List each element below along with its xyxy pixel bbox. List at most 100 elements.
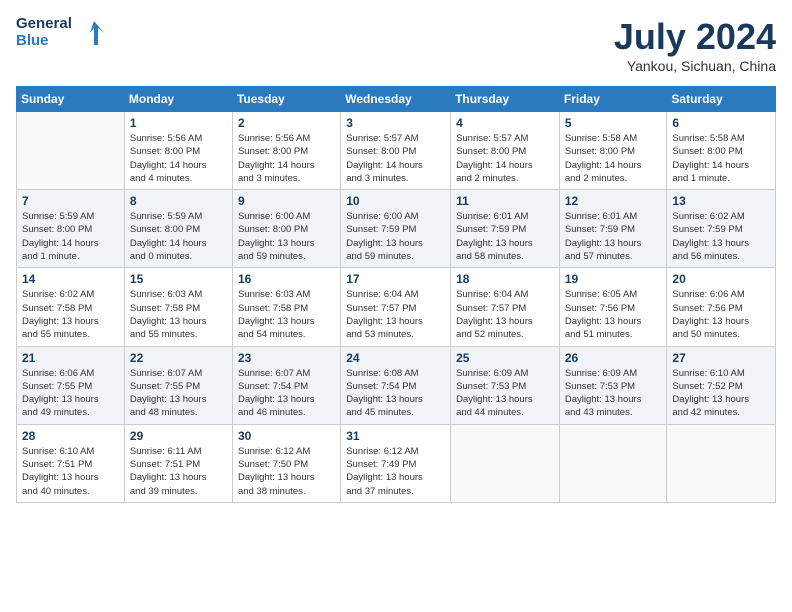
weekday-header-sunday: Sunday [17,87,125,112]
calendar-body: 1 Sunrise: 5:56 AM Sunset: 8:00 PM Daylig… [17,112,776,503]
calendar-day-18: 18Sunrise: 6:04 AM Sunset: 7:57 PM Dayli… [451,268,560,346]
calendar-day-10: 10 Sunrise: 6:00 AM Sunset: 7:59 PM Dayli… [341,190,451,268]
day-number: 28 [22,429,119,443]
day-number: 3 [346,116,445,130]
calendar-empty-cell [667,424,776,502]
day-number: 14 [22,272,119,286]
day-details: Sunrise: 6:06 AM Sunset: 7:56 PM Dayligh… [672,288,770,341]
day-number: 4 [456,116,554,130]
day-number: 5 [565,116,662,130]
day-details: Sunrise: 6:05 AM Sunset: 7:56 PM Dayligh… [565,288,662,341]
weekday-header-monday: Monday [124,87,232,112]
day-details: Sunrise: 6:10 AM Sunset: 7:51 PM Dayligh… [22,445,119,498]
page-header: General Blue July 2024 Yankou, Sichuan, … [16,16,776,74]
calendar-day-28: 28 Sunrise: 6:10 AM Sunset: 7:51 PM Dayli… [17,424,125,502]
day-number: 30 [238,429,335,443]
title-block: July 2024 Yankou, Sichuan, China [614,16,776,74]
day-details: Sunrise: 6:02 AM Sunset: 7:58 PM Dayligh… [22,288,119,341]
calendar-day-30: 30 Sunrise: 6:12 AM Sunset: 7:50 PM Dayli… [232,424,340,502]
day-number: 12 [565,194,662,208]
calendar-day-11: 11 Sunrise: 6:01 AM Sunset: 7:59 PM Dayli… [451,190,560,268]
calendar-day-12: 12 Sunrise: 6:01 AM Sunset: 7:59 PM Dayli… [559,190,667,268]
calendar-week-row: 28 Sunrise: 6:10 AM Sunset: 7:51 PM Dayli… [17,424,776,502]
day-number: 9 [238,194,335,208]
calendar-day-8: 8 Sunrise: 5:59 AM Sunset: 8:00 PM Daylig… [124,190,232,268]
day-number: 20 [672,272,770,286]
day-details: Sunrise: 6:12 AM Sunset: 7:49 PM Dayligh… [346,445,445,498]
calendar-day-24: 24Sunrise: 6:08 AM Sunset: 7:54 PM Dayli… [341,346,451,424]
day-number: 8 [130,194,227,208]
day-number: 19 [565,272,662,286]
calendar-week-row: 7Sunrise: 5:59 AM Sunset: 8:00 PM Daylig… [17,190,776,268]
calendar-week-row: 1 Sunrise: 5:56 AM Sunset: 8:00 PM Daylig… [17,112,776,190]
day-details: Sunrise: 6:02 AM Sunset: 7:59 PM Dayligh… [672,210,770,263]
calendar-day-20: 20 Sunrise: 6:06 AM Sunset: 7:56 PM Dayli… [667,268,776,346]
day-number: 31 [346,429,445,443]
day-number: 23 [238,351,335,365]
day-number: 2 [238,116,335,130]
month-year-title: July 2024 [614,16,776,58]
calendar-week-row: 14 Sunrise: 6:02 AM Sunset: 7:58 PM Dayli… [17,268,776,346]
day-details: Sunrise: 6:10 AM Sunset: 7:52 PM Dayligh… [672,367,770,420]
calendar-header-row: SundayMondayTuesdayWednesdayThursdayFrid… [17,87,776,112]
day-number: 24 [346,351,445,365]
logo-bird-icon [76,17,108,49]
day-number: 10 [346,194,445,208]
day-details: Sunrise: 5:58 AM Sunset: 8:00 PM Dayligh… [672,132,770,185]
calendar-day-27: 27 Sunrise: 6:10 AM Sunset: 7:52 PM Dayli… [667,346,776,424]
calendar-day-29: 29Sunrise: 6:11 AM Sunset: 7:51 PM Dayli… [124,424,232,502]
day-number: 17 [346,272,445,286]
calendar-day-7: 7Sunrise: 5:59 AM Sunset: 8:00 PM Daylig… [17,190,125,268]
day-details: Sunrise: 6:03 AM Sunset: 7:58 PM Dayligh… [238,288,335,341]
day-details: Sunrise: 5:59 AM Sunset: 8:00 PM Dayligh… [22,210,119,263]
calendar-day-1: 1Sunrise: 5:56 AM Sunset: 8:00 PM Daylig… [124,112,232,190]
day-details: Sunrise: 6:01 AM Sunset: 7:59 PM Dayligh… [565,210,662,263]
day-number: 29 [130,429,227,443]
day-number: 6 [672,116,770,130]
calendar-day-15: 15Sunrise: 6:03 AM Sunset: 7:58 PM Dayli… [124,268,232,346]
day-details: Sunrise: 6:04 AM Sunset: 7:57 PM Dayligh… [456,288,554,341]
day-number: 27 [672,351,770,365]
day-details: Sunrise: 6:07 AM Sunset: 7:54 PM Dayligh… [238,367,335,420]
calendar-day-9: 9 Sunrise: 6:00 AM Sunset: 8:00 PM Daylig… [232,190,340,268]
day-details: Sunrise: 5:57 AM Sunset: 8:00 PM Dayligh… [456,132,554,185]
day-details: Sunrise: 6:09 AM Sunset: 7:53 PM Dayligh… [565,367,662,420]
day-number: 15 [130,272,227,286]
day-details: Sunrise: 5:59 AM Sunset: 8:00 PM Dayligh… [130,210,227,263]
calendar-day-25: 25Sunrise: 6:09 AM Sunset: 7:53 PM Dayli… [451,346,560,424]
calendar-day-3: 3Sunrise: 5:57 AM Sunset: 8:00 PM Daylig… [341,112,451,190]
day-details: Sunrise: 6:01 AM Sunset: 7:59 PM Dayligh… [456,210,554,263]
day-details: Sunrise: 6:04 AM Sunset: 7:57 PM Dayligh… [346,288,445,341]
calendar-day-26: 26Sunrise: 6:09 AM Sunset: 7:53 PM Dayli… [559,346,667,424]
day-number: 13 [672,194,770,208]
day-details: Sunrise: 5:58 AM Sunset: 8:00 PM Dayligh… [565,132,662,185]
weekday-header-saturday: Saturday [667,87,776,112]
day-details: Sunrise: 5:56 AM Sunset: 8:00 PM Dayligh… [238,132,335,185]
calendar-day-6: 6 Sunrise: 5:58 AM Sunset: 8:00 PM Daylig… [667,112,776,190]
day-number: 25 [456,351,554,365]
calendar-empty-cell [17,112,125,190]
calendar-day-5: 5 Sunrise: 5:58 AM Sunset: 8:00 PM Daylig… [559,112,667,190]
weekday-header-thursday: Thursday [451,87,560,112]
day-number: 1 [130,116,227,130]
calendar-day-14: 14 Sunrise: 6:02 AM Sunset: 7:58 PM Dayli… [17,268,125,346]
location-subtitle: Yankou, Sichuan, China [614,58,776,74]
calendar-day-17: 17 Sunrise: 6:04 AM Sunset: 7:57 PM Dayli… [341,268,451,346]
day-details: Sunrise: 6:00 AM Sunset: 8:00 PM Dayligh… [238,210,335,263]
logo-general: General [16,16,72,33]
calendar-day-2: 2 Sunrise: 5:56 AM Sunset: 8:00 PM Daylig… [232,112,340,190]
day-details: Sunrise: 6:12 AM Sunset: 7:50 PM Dayligh… [238,445,335,498]
day-number: 21 [22,351,119,365]
logo-blue: Blue [16,33,72,50]
day-number: 16 [238,272,335,286]
day-details: Sunrise: 6:00 AM Sunset: 7:59 PM Dayligh… [346,210,445,263]
day-details: Sunrise: 6:06 AM Sunset: 7:55 PM Dayligh… [22,367,119,420]
logo: General Blue [16,16,108,49]
calendar-empty-cell [451,424,560,502]
day-details: Sunrise: 6:07 AM Sunset: 7:55 PM Dayligh… [130,367,227,420]
calendar-day-16: 16 Sunrise: 6:03 AM Sunset: 7:58 PM Dayli… [232,268,340,346]
calendar-day-23: 23 Sunrise: 6:07 AM Sunset: 7:54 PM Dayli… [232,346,340,424]
weekday-header-friday: Friday [559,87,667,112]
day-number: 11 [456,194,554,208]
day-number: 22 [130,351,227,365]
